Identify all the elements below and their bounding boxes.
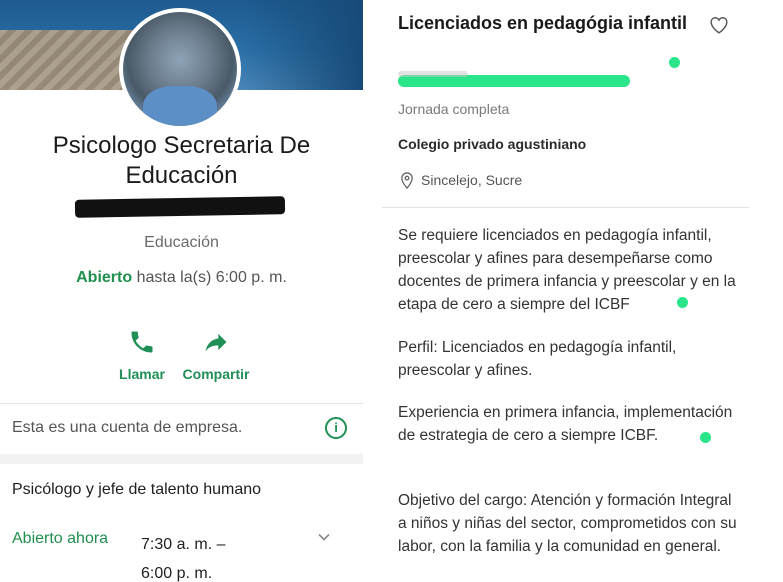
hours-range-end: 6:00 p. m. — [141, 565, 213, 582]
highlight-mark — [669, 57, 680, 68]
job-title: Licenciados en pedagógia infantil — [398, 13, 688, 33]
cover-photo-shade — [243, 0, 363, 90]
hours-range-start: 7:30 a. m. – — [141, 536, 226, 553]
phone-icon — [131, 331, 153, 353]
job-schedule: Jornada completa — [398, 101, 510, 117]
job-posting-panel: Licenciados en pedagógia infantil Jornad… — [382, 0, 783, 582]
business-account-notice: Esta es una cuenta de empresa. — [12, 419, 243, 436]
salary-highlight — [398, 71, 630, 87]
business-description: Psicólogo y jefe de talento humano — [12, 481, 262, 498]
avatar[interactable] — [119, 8, 241, 130]
share-button-label: Compartir — [182, 366, 250, 382]
share-arrow-icon — [205, 333, 227, 352]
avatar-image — [123, 12, 237, 126]
job-objective-paragraph: Objetivo del cargo: Atención y formación… — [398, 492, 737, 555]
open-status: Abierto hasta la(s) 6:00 p. m. — [0, 269, 363, 287]
hours-range: 7:30 a. m. – 6:00 p. m. — [141, 530, 226, 582]
location-pin-icon — [401, 172, 413, 189]
highlight-mark — [700, 432, 711, 443]
redaction-mark — [74, 196, 286, 218]
divider — [0, 403, 363, 404]
divider — [382, 207, 749, 208]
business-category: Educación — [144, 234, 219, 251]
business-profile-panel: Psicologo Secretaria De Educación Educac… — [0, 0, 363, 582]
call-button-label: Llamar — [119, 366, 165, 382]
heart-icon[interactable] — [708, 14, 730, 36]
job-experience-paragraph: Experiencia en primera infancia, impleme… — [398, 404, 733, 444]
open-status-detail: hasta la(s) 6:00 p. m. — [132, 269, 287, 286]
job-profile-paragraph: Perfil: Licenciados en pedagogía infanti… — [398, 339, 677, 379]
business-name: Psicologo Secretaria De Educación — [52, 132, 311, 189]
section-separator — [0, 454, 363, 464]
company-name: Colegio privado agustiniano — [398, 136, 587, 152]
open-status-label: Abierto — [76, 269, 133, 286]
open-now-label: Abierto ahora — [12, 530, 109, 547]
chevron-down-icon[interactable] — [317, 530, 331, 544]
info-icon[interactable]: i — [325, 417, 347, 439]
share-button[interactable]: Compartir — [171, 328, 261, 384]
highlight-mark — [677, 297, 688, 308]
job-location: Sincelejo, Sucre — [421, 172, 523, 188]
